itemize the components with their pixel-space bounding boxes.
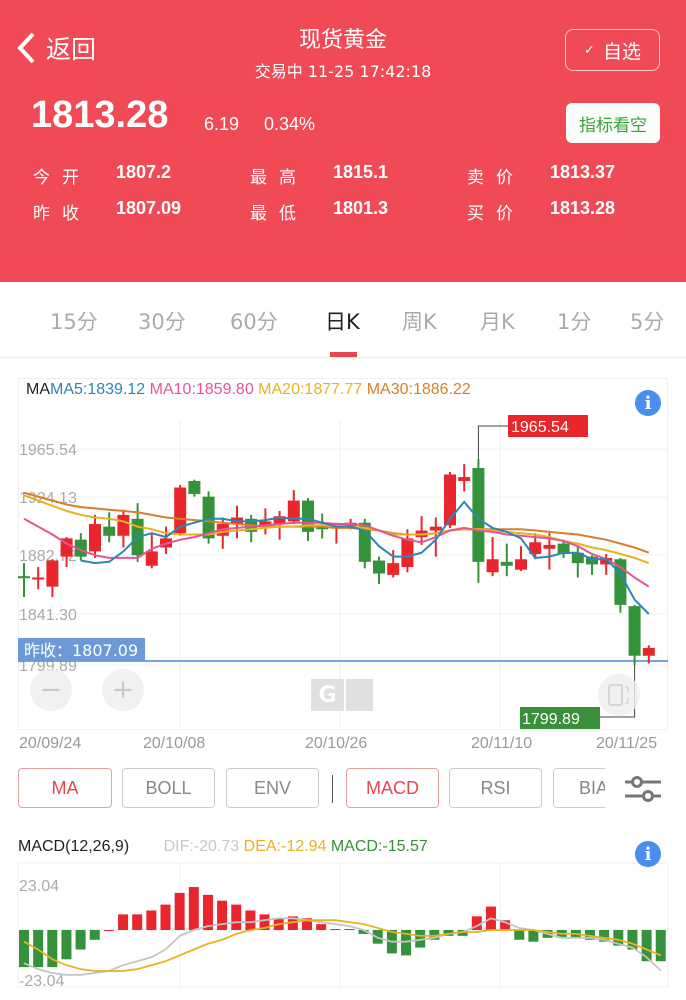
macd-bar bbox=[316, 924, 327, 930]
macd-bar bbox=[174, 892, 185, 930]
indicator-ma-button[interactable]: MA bbox=[18, 768, 112, 808]
prev-close-label: 昨收：1807.09 bbox=[24, 641, 138, 660]
macd-title: MACD(12,26,9) bbox=[18, 838, 130, 855]
max-label: 1965.54 bbox=[511, 419, 569, 436]
y-tick-label: 1841.30 bbox=[19, 607, 77, 624]
macd-legend: MACD(12,26,9) DIF:-20.73 DEA:-12.94 MACD… bbox=[18, 838, 428, 856]
macd-bar bbox=[103, 930, 114, 931]
info-icon[interactable]: i bbox=[635, 841, 661, 867]
min-label: 1799.89 bbox=[522, 711, 580, 728]
indicator-macd-button[interactable]: MACD bbox=[346, 768, 439, 808]
candle-body bbox=[628, 606, 641, 656]
macd-bar bbox=[146, 910, 157, 930]
candle-body bbox=[117, 514, 130, 536]
x-tick-label: 20/11/25 bbox=[596, 735, 658, 752]
macd-bar bbox=[118, 914, 129, 930]
max-label-leader bbox=[477, 425, 508, 459]
candle-body bbox=[500, 561, 513, 566]
macd-bar bbox=[132, 914, 143, 930]
indicator-bias-clip: BIAS bbox=[553, 768, 605, 808]
indicator-env-button[interactable]: ENV bbox=[226, 768, 319, 808]
candle-body bbox=[32, 577, 45, 580]
indicator-settings-button[interactable] bbox=[622, 772, 664, 810]
indicator-bias-button[interactable]: BIAS bbox=[553, 768, 605, 808]
macd-bar bbox=[61, 930, 72, 960]
macd-bar bbox=[655, 930, 666, 962]
rotate-screen-button[interactable] bbox=[598, 674, 640, 716]
candle-body bbox=[103, 526, 116, 536]
candle-body bbox=[387, 563, 400, 575]
zoom-in-button[interactable]: + bbox=[102, 669, 144, 711]
minus-icon: − bbox=[40, 675, 62, 705]
candle-body bbox=[401, 538, 414, 568]
sliders-icon bbox=[625, 776, 661, 802]
candle-body bbox=[46, 560, 59, 587]
indicator-boll-button[interactable]: BOLL bbox=[122, 768, 215, 808]
x-tick-label: 20/10/26 bbox=[305, 735, 368, 752]
button-divider bbox=[332, 775, 333, 803]
dea-legend: DEA:-12.94 bbox=[243, 838, 327, 855]
macd-bar bbox=[188, 887, 199, 930]
macd-bar bbox=[245, 910, 256, 930]
candle-body bbox=[188, 480, 201, 495]
dif-legend: DIF:-20.73 bbox=[163, 838, 240, 855]
candle-body bbox=[18, 576, 30, 579]
indicator-rsi-button[interactable]: RSI bbox=[449, 768, 542, 808]
macd-value-legend: MACD:-15.57 bbox=[330, 838, 428, 855]
plus-icon: + bbox=[112, 675, 134, 705]
macd-bar bbox=[231, 904, 242, 930]
candle-body bbox=[515, 559, 527, 570]
macd-bar bbox=[89, 930, 100, 940]
macd-bar bbox=[19, 930, 29, 968]
rotate-screen-icon bbox=[608, 684, 629, 706]
candle-body bbox=[429, 526, 442, 531]
g-logo-icon: G bbox=[311, 679, 346, 711]
macd-bar bbox=[330, 929, 341, 931]
candle-body bbox=[458, 477, 471, 481]
candle-body bbox=[486, 559, 499, 573]
macd-bar bbox=[514, 930, 525, 940]
x-tick-label: 20/10/08 bbox=[143, 735, 206, 752]
macd-bar bbox=[160, 904, 171, 930]
y-tick-label: 1965.54 bbox=[19, 442, 77, 459]
macd-y-tick-label: -23.04 bbox=[19, 973, 64, 990]
watermark-logo: G bbox=[311, 679, 373, 711]
candle-body bbox=[543, 544, 556, 549]
x-tick-label: 20/09/24 bbox=[19, 735, 82, 752]
candle-body bbox=[145, 551, 158, 566]
macd-bar bbox=[344, 929, 355, 931]
candle-body bbox=[373, 560, 385, 574]
x-tick-label: 20/11/10 bbox=[471, 735, 533, 752]
candle-body bbox=[89, 524, 101, 552]
macd-bar bbox=[217, 900, 228, 930]
candle-body bbox=[642, 647, 655, 656]
zoom-out-button[interactable]: − bbox=[30, 669, 72, 711]
macd-y-tick-label: 23.04 bbox=[19, 878, 59, 895]
macd-bar bbox=[75, 930, 86, 950]
